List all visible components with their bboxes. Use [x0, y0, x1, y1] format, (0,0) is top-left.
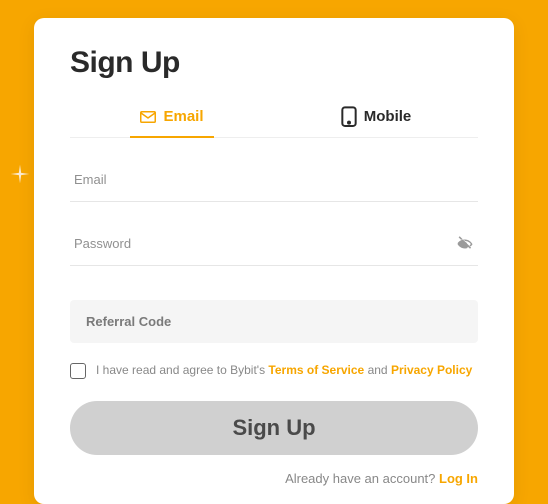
signup-card: Sign Up Email Mobile Email	[34, 18, 514, 504]
agree-text: I have read and agree to Bybit's Terms o…	[96, 363, 472, 379]
referral-label: Referral Code	[86, 314, 462, 329]
tab-mobile-label: Mobile	[364, 108, 412, 125]
signup-tabs: Email Mobile	[70, 108, 478, 138]
signup-button[interactable]: Sign Up	[70, 401, 478, 455]
agree-mid: and	[364, 363, 391, 377]
star-decoration	[6, 160, 34, 190]
referral-field[interactable]: Referral Code	[70, 300, 478, 343]
password-label: Password	[74, 230, 456, 257]
tab-email-label: Email	[163, 108, 203, 125]
tab-email[interactable]: Email	[70, 108, 274, 137]
email-icon	[140, 110, 156, 124]
email-field[interactable]: Email	[70, 166, 478, 202]
password-field[interactable]: Password	[70, 230, 478, 266]
agree-row: I have read and agree to Bybit's Terms o…	[70, 363, 478, 379]
agree-prefix: I have read and agree to Bybit's	[96, 363, 268, 377]
privacy-policy-link[interactable]: Privacy Policy	[391, 363, 472, 377]
eye-off-icon[interactable]	[456, 235, 474, 253]
login-row: Already have an account? Log In	[70, 471, 478, 486]
email-label: Email	[74, 166, 474, 193]
page-title: Sign Up	[70, 46, 478, 80]
tab-mobile[interactable]: Mobile	[274, 108, 478, 137]
login-prefix: Already have an account?	[285, 471, 439, 486]
login-link[interactable]: Log In	[439, 471, 478, 486]
agree-checkbox[interactable]	[70, 363, 86, 379]
mobile-icon	[341, 110, 357, 124]
terms-of-service-link[interactable]: Terms of Service	[268, 363, 364, 377]
